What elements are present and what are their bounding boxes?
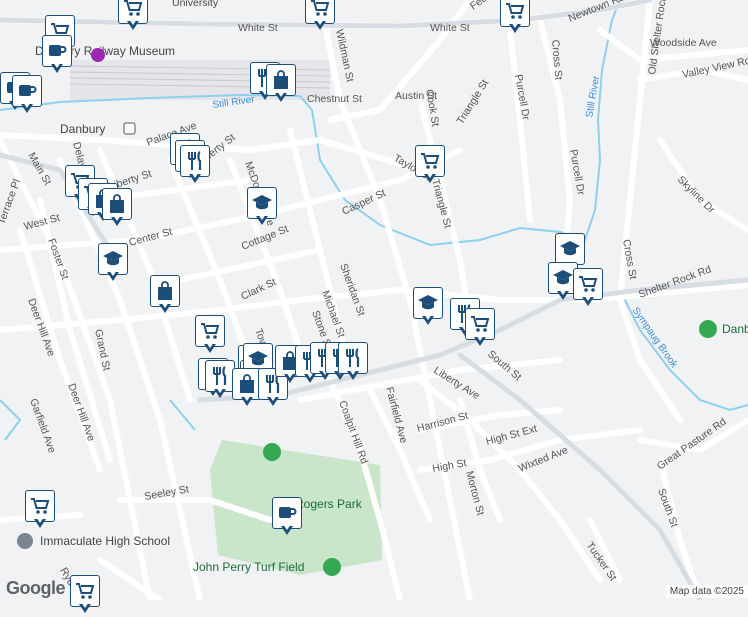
label-chestnut-st: Chestnut St: [307, 93, 362, 105]
map-marker-shopping-cart[interactable]: [305, 0, 335, 34]
marker-pointer: [267, 395, 279, 406]
school-place-icon: [17, 533, 33, 549]
label-danbury: Danbury: [60, 122, 105, 136]
map-marker-shopping-cart[interactable]: [415, 145, 445, 187]
map-attribution[interactable]: Map data ©2025: [665, 585, 748, 598]
map-marker-school[interactable]: [247, 187, 277, 229]
map-marker-coffee[interactable]: [42, 35, 72, 77]
map-marker-shopping-cart[interactable]: [118, 0, 148, 34]
label-white-st-2: White St: [430, 22, 470, 34]
marker-pointer: [21, 102, 33, 113]
marker-pointer: [275, 91, 287, 102]
train-station-icon: [123, 122, 136, 135]
label-white-st: White St: [238, 22, 278, 34]
marker-pointer: [347, 369, 359, 380]
marker-pointer: [107, 270, 119, 281]
tree-icon: [263, 443, 281, 461]
map-marker-school[interactable]: [98, 243, 128, 285]
marker-pointer: [111, 215, 123, 226]
map-marker-shopping-cart[interactable]: [500, 0, 530, 37]
marker-pointer: [51, 62, 63, 73]
marker-pointer: [189, 172, 201, 183]
map-marker-shopping-cart[interactable]: [573, 268, 603, 310]
museum-icon: [91, 48, 105, 62]
marker-pointer: [557, 289, 569, 300]
marker-pointer: [474, 335, 486, 346]
map-marker-restaurant[interactable]: [180, 145, 210, 187]
marker-pointer: [314, 19, 326, 30]
label-university: University: [172, 0, 219, 9]
marker-pointer: [79, 602, 91, 613]
marker-pointer: [424, 172, 436, 183]
marker-pointer: [214, 387, 226, 398]
map-marker-school[interactable]: [413, 287, 443, 329]
label-rogers-park: Rogers Park: [295, 497, 363, 511]
map-marker-shopping-bag[interactable]: [102, 188, 132, 230]
google-logo: Google: [6, 578, 66, 598]
label-john-perry-turf-field: John Perry Turf Field: [193, 560, 304, 574]
map-marker-coffee[interactable]: [12, 75, 42, 117]
marker-pointer: [582, 295, 594, 306]
marker-pointer: [127, 19, 139, 30]
map-marker-shopping-cart[interactable]: [195, 315, 225, 357]
map-marker-coffee[interactable]: [272, 497, 302, 539]
marker-pointer: [204, 342, 216, 353]
marker-pointer: [422, 314, 434, 325]
marker-pointer: [256, 214, 268, 225]
park-place-icon: [323, 558, 341, 576]
marker-pointer: [281, 524, 293, 535]
marker-pointer: [241, 395, 253, 406]
map-marker-shopping-bag[interactable]: [266, 64, 296, 106]
place-dot-icon: [699, 320, 717, 338]
marker-pointer: [509, 22, 521, 33]
map-marker-restaurant[interactable]: [205, 360, 235, 402]
map-marker-shopping-cart[interactable]: [25, 490, 55, 532]
marker-pointer: [159, 302, 171, 313]
label-immaculate-high-school: Immaculate High School: [40, 534, 170, 548]
map-marker-shopping-bag[interactable]: [150, 275, 180, 317]
marker-pointer: [34, 517, 46, 528]
map-marker-shopping-cart[interactable]: [70, 575, 100, 617]
map-canvas[interactable]: White St White St Federal Rd Newtown Rd …: [0, 0, 748, 600]
label-danbury-right: Danbury: [722, 322, 748, 336]
map-marker-shopping-cart[interactable]: [465, 308, 495, 350]
map-marker-restaurant[interactable]: [338, 342, 368, 384]
